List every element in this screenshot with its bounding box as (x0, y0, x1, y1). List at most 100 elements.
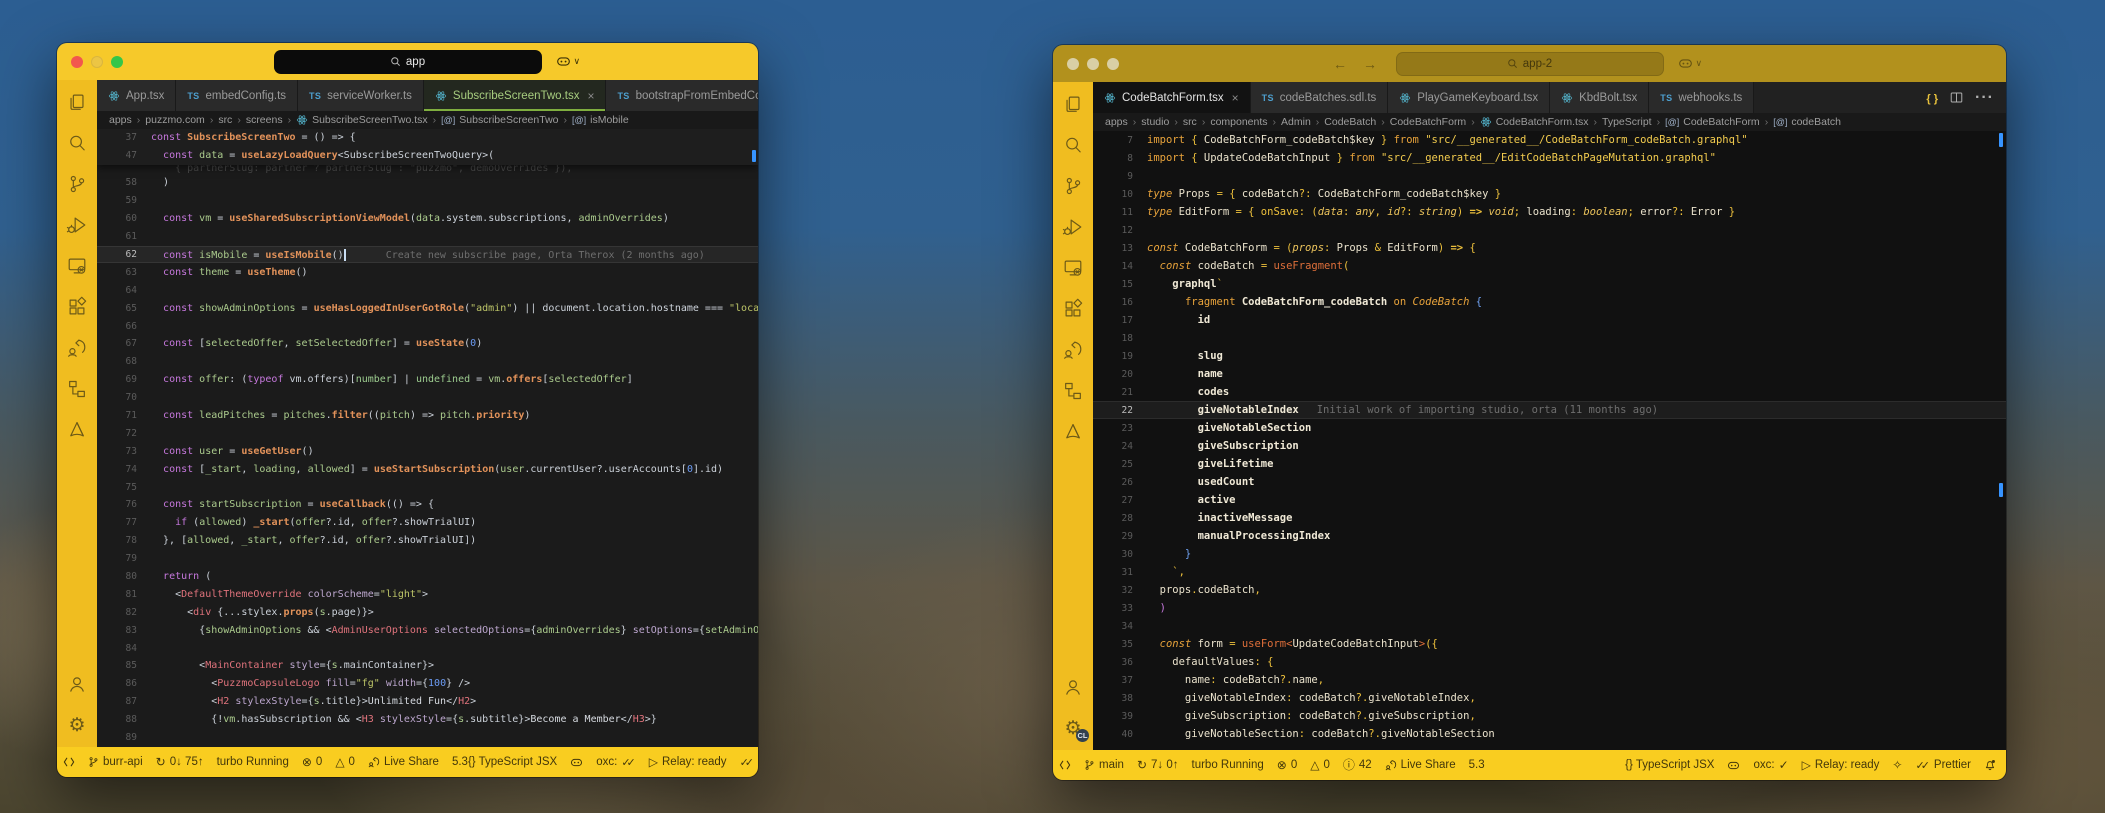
code-line-28[interactable]: 28 inactiveMessage (1093, 509, 2006, 527)
code-line-37[interactable]: 37const SubscribeScreenTwo = () => { (97, 129, 758, 147)
code-line-60[interactable]: 60 const vm = useSharedSubscriptionViewM… (97, 210, 758, 228)
status-bell-icon[interactable] (1984, 759, 1996, 771)
code-line-85[interactable]: 85 <MainContainer style={s.mainContainer… (97, 657, 758, 675)
breadcrumb-item[interactable]: [@]codeBatch (1773, 116, 1841, 128)
code-line-76[interactable]: 76 const startSubscription = useCallback… (97, 496, 758, 514)
code-line-66[interactable]: 66 (97, 317, 758, 335)
code-line-69[interactable]: 69 const offer: (typeof vm.offers)[numbe… (97, 371, 758, 389)
titlebar[interactable]: ← → app ∨ (57, 43, 758, 80)
code-line-86[interactable]: 86 <PuzzmoCapsuleLogo fill="fg" width={1… (97, 675, 758, 693)
gear-icon[interactable]: ⚙CL (1061, 716, 1085, 740)
code-line-68[interactable]: 68 (97, 353, 758, 371)
live-share-icon[interactable] (1061, 338, 1085, 362)
code-line-16[interactable]: 16 fragment CodeBatchForm_codeBatch on C… (1093, 293, 2006, 311)
code-line-75[interactable]: 75 (97, 478, 758, 496)
code-line-70[interactable]: 70 (97, 389, 758, 407)
code-line-65[interactable]: 65 const showAdminOptions = useHasLogged… (97, 299, 758, 317)
status-main[interactable]: main (1084, 759, 1124, 771)
code-line-13[interactable]: 13const CodeBatchForm = (props: Props & … (1093, 239, 2006, 257)
status-burr-api[interactable]: burr-api (88, 756, 143, 768)
code-line-71[interactable]: 71 const leadPitches = pitches.filter((p… (97, 407, 758, 425)
breadcrumb-item[interactable]: studio (1141, 116, 1169, 128)
code-line-37[interactable]: 37 name: codeBatch?.name, (1093, 671, 2006, 689)
remote-explorer-icon[interactable] (1061, 256, 1085, 280)
code-line-38[interactable]: 38 giveNotableIndex: codeBatch?.giveNota… (1093, 689, 2006, 707)
code-editor[interactable]: 7import { CodeBatchForm_codeBatch$key } … (1093, 131, 2006, 750)
copilot-icon[interactable] (556, 54, 571, 69)
status-live-share[interactable]: Live Share (1385, 759, 1456, 771)
code-line-58[interactable]: 58 ) (97, 174, 758, 192)
tab-webhooks-ts[interactable]: TSwebhooks.ts (1649, 82, 1754, 113)
split-editor-icon[interactable] (1950, 91, 1963, 104)
code-line-20[interactable]: 20 name (1093, 365, 2006, 383)
toggle-braces-icon[interactable]: { } (1926, 89, 1938, 107)
code-line-80[interactable]: 80 return ( (97, 568, 758, 586)
tab-playgamekeyboard-tsx[interactable]: PlayGameKeyboard.tsx (1388, 82, 1550, 113)
code-line-14[interactable]: 14 const codeBatch = useFragment( (1093, 257, 2006, 275)
tab-kbdbolt-tsx[interactable]: KbdBolt.tsx (1550, 82, 1649, 113)
code-line-40[interactable]: 40 giveNotableSection: codeBatch?.giveNo… (1093, 725, 2006, 743)
code-line-19[interactable]: 19 slug (1093, 347, 2006, 365)
code-line-34[interactable]: 34 (1093, 617, 2006, 635)
code-line-78[interactable]: 78 }, [allowed, _start, offer?.id, offer… (97, 532, 758, 550)
code-line-8[interactable]: 8import { UpdateCodeBatchInput } from "s… (1093, 149, 2006, 167)
hierarchy-icon[interactable] (65, 377, 89, 401)
tab-bootstrapfromembedco[interactable]: TSbootstrapFromEmbedCo (606, 80, 758, 111)
code-line-47[interactable]: 47 const data = useLazyLoadQuery<Subscri… (97, 147, 758, 165)
live-share-icon[interactable] (65, 336, 89, 360)
code-line-33[interactable]: 33 ) (1093, 599, 2006, 617)
code-line-18[interactable]: 18 (1093, 329, 2006, 347)
breadcrumb-item[interactable]: Admin (1281, 116, 1311, 128)
command-center-search[interactable]: app-2 (1396, 52, 1664, 76)
code-line-29[interactable]: 29 manualProcessingIndex (1093, 527, 2006, 545)
chevron-down-icon[interactable]: ∨ (1696, 58, 1703, 69)
search-icon[interactable] (1061, 133, 1085, 157)
tab-subscribescreentwo-tsx[interactable]: SubscribeScreenTwo.tsx× (424, 80, 607, 111)
code-line-88[interactable]: 88 {!vm.hasSubscription && <H3 stylexSty… (97, 711, 758, 729)
breadcrumb-item[interactable]: components (1210, 116, 1267, 128)
status-0[interactable]: ⊗0 (302, 756, 322, 769)
breadcrumb-item[interactable]: [@]SubscribeScreenTwo (441, 114, 558, 126)
maximize-window-button[interactable] (1107, 58, 1119, 70)
tab-codebatches-sdl-ts[interactable]: TScodeBatches.sdl.ts (1251, 82, 1389, 113)
status-0-75-[interactable]: ↻0↓ 75↑ (156, 756, 204, 769)
code-line-17[interactable]: 17 id (1093, 311, 2006, 329)
status-live-share[interactable]: Live Share (368, 756, 439, 768)
code-line-73[interactable]: 73 const user = useGetUser() (97, 442, 758, 460)
status-prettier[interactable]: ✓✓Prettier (1915, 759, 1971, 772)
tab-codebatchform-tsx[interactable]: CodeBatchForm.tsx× (1093, 82, 1251, 113)
code-line-63[interactable]: 63 const theme = useTheme() (97, 263, 758, 281)
maximize-window-button[interactable] (111, 56, 123, 68)
command-center-search[interactable]: app (274, 50, 542, 74)
status-prettier[interactable]: ✓✓Prettier (740, 756, 758, 769)
cone-icon[interactable] (1061, 420, 1085, 444)
remote-explorer-icon[interactable] (65, 254, 89, 278)
more-actions-icon[interactable]: ··· (1975, 89, 1994, 107)
code-line-39[interactable]: 39 giveSubscription: codeBatch?.giveSubs… (1093, 707, 2006, 725)
code-line-81[interactable]: 81 <DefaultThemeOverride colorScheme="li… (97, 585, 758, 603)
code-line-7[interactable]: 7import { CodeBatchForm_codeBatch$key } … (1093, 131, 2006, 149)
code-line-22[interactable]: 22 giveNotableIndexInitial work of impor… (1093, 401, 2006, 419)
status-copilot-icon[interactable] (570, 756, 583, 769)
status-turbo-running[interactable]: turbo Running (217, 756, 289, 768)
status-oxc-[interactable]: oxc:✓ (1753, 759, 1788, 772)
breadcrumb-item[interactable]: [@]CodeBatchForm (1665, 116, 1760, 128)
status-remote-icon[interactable] (63, 756, 75, 768)
status-5-3[interactable]: 5.3 (452, 756, 468, 768)
titlebar[interactable]: ← → app-2 ∨ (1053, 45, 2006, 82)
debug-icon[interactable] (65, 213, 89, 237)
code-line-61[interactable]: 61 (97, 228, 758, 246)
code-line-25[interactable]: 25 giveLifetime (1093, 455, 2006, 473)
code-line-77[interactable]: 77 if (allowed) _start(offer?.id, offer?… (97, 514, 758, 532)
breadcrumb-item[interactable]: CodeBatch (1324, 116, 1376, 128)
tab-embedconfig-ts[interactable]: TSembedConfig.ts (176, 80, 298, 111)
code-line-30[interactable]: 30 } (1093, 545, 2006, 563)
code-line-83[interactable]: 83 {showAdminOptions && <AdminUserOption… (97, 621, 758, 639)
status-0[interactable]: ⊗0 (1277, 759, 1297, 772)
status-sparkle-icon[interactable]: ✧ (1892, 759, 1902, 772)
source-control-icon[interactable] (65, 172, 89, 196)
code-line-64[interactable]: 64 (97, 281, 758, 299)
status-0[interactable]: △0 (335, 756, 355, 769)
back-icon[interactable]: ← (1333, 56, 1347, 72)
code-line-31[interactable]: 31 `, (1093, 563, 2006, 581)
